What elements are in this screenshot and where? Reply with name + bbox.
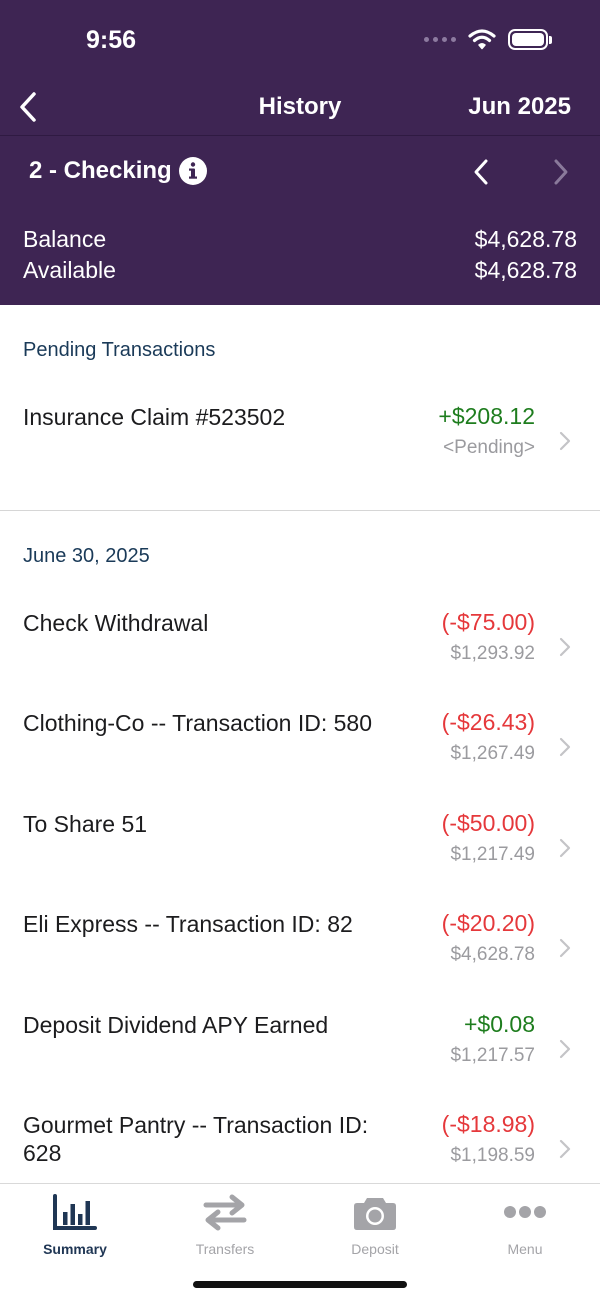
chevron-right-icon [559, 737, 571, 757]
transaction-list: Pending Transactions Insurance Claim #52… [0, 305, 600, 1183]
month-selector[interactable]: Jun 2025 [468, 93, 571, 121]
available-label: Available [23, 257, 116, 283]
transaction-amount: (-$75.00) [441, 608, 535, 635]
more-dots-icon [504, 1206, 546, 1218]
transaction-row[interactable]: Deposit Dividend APY Earned +$0.08 $1,21… [0, 998, 600, 1099]
cellular-signal-icon [424, 36, 456, 42]
transaction-row[interactable]: Insurance Claim #523502 +$208.12 <Pendin… [0, 390, 600, 491]
transaction-row[interactable]: Gourmet Pantry -- Transaction ID: 628 (-… [0, 1098, 600, 1183]
tab-label: Menu [507, 1241, 543, 1257]
info-icon[interactable] [178, 156, 208, 186]
chevron-right-icon [559, 1139, 571, 1159]
chevron-right-icon [559, 431, 571, 451]
transfer-arrows-icon [203, 1194, 247, 1231]
transaction-row[interactable]: Clothing-Co -- Transaction ID: 580 (-$26… [0, 696, 600, 797]
transaction-description: Clothing-Co -- Transaction ID: 580 [23, 710, 372, 736]
balance-row: Balance $4,628.78 [23, 226, 577, 253]
available-row: Available $4,628.78 [23, 257, 577, 284]
transaction-description: Insurance Claim #523502 [23, 404, 286, 430]
running-balance: $1,217.49 [450, 843, 535, 865]
status-time: 9:56 [86, 26, 137, 54]
battery-icon [508, 28, 552, 50]
transaction-description: Deposit Dividend APY Earned [23, 1011, 329, 1038]
transaction-amount: (-$50.00) [441, 809, 535, 836]
running-balance: $1,267.49 [450, 743, 535, 764]
chevron-right-icon [559, 637, 571, 656]
running-balance: $1,217.57 [450, 1044, 535, 1066]
transaction-row[interactable]: To Share 51 (-$50.00) $1,217.49 [0, 797, 600, 898]
transaction-amount: (-$26.43) [441, 709, 535, 735]
transaction-amount: (-$18.98) [441, 1111, 535, 1137]
balance-value: $4,628.78 [474, 226, 577, 252]
tab-transfers[interactable]: Transfers [150, 1192, 300, 1257]
status-icons [424, 28, 552, 50]
tab-summary[interactable]: Summary [0, 1192, 150, 1257]
chevron-right-icon [559, 1039, 571, 1058]
running-balance: $1,293.92 [450, 642, 535, 664]
account-selector-row: 2 - Checking [0, 137, 600, 209]
pending-section-header: Pending Transactions [23, 339, 216, 361]
camera-icon [354, 1198, 396, 1230]
transaction-amount: +$208.12 [438, 403, 535, 429]
tab-label: Deposit [351, 1241, 399, 1257]
transaction-amount: +$0.08 [464, 1010, 535, 1037]
running-balance: $4,628.78 [450, 944, 535, 965]
bar-chart-icon [53, 1194, 97, 1230]
balance-label: Balance [23, 226, 107, 252]
transaction-description: Check Withdrawal [23, 609, 209, 636]
transaction-row[interactable]: Check Withdrawal (-$75.00) $1,293.92 [0, 596, 600, 697]
chevron-right-icon [559, 938, 571, 958]
account-name[interactable]: 2 - Checking [29, 157, 172, 185]
transaction-description: To Share 51 [23, 810, 148, 837]
wifi-icon [468, 29, 496, 50]
tab-deposit[interactable]: Deposit [300, 1192, 450, 1257]
transaction-description: Eli Express -- Transaction ID: 82 [23, 911, 353, 937]
transaction-row[interactable]: Eli Express -- Transaction ID: 82 (-$20.… [0, 897, 600, 998]
nav-bar: History Jun 2025 [0, 80, 600, 136]
previous-account-chevron-icon[interactable] [470, 157, 492, 187]
home-indicator [193, 1281, 407, 1288]
transaction-status: <Pending> [443, 437, 535, 458]
tab-label: Transfers [195, 1241, 255, 1257]
header-area: 9:56 History Jun 2025 2 - Checking Balan… [0, 0, 600, 305]
back-chevron-icon[interactable] [14, 90, 44, 124]
chevron-right-icon [559, 838, 571, 857]
transaction-amount: (-$20.20) [441, 910, 535, 936]
tab-label: Summary [43, 1241, 107, 1257]
available-value: $4,628.78 [474, 257, 577, 283]
next-account-chevron-icon[interactable] [550, 157, 572, 187]
status-bar: 9:56 [0, 22, 600, 62]
transaction-description: Gourmet Pantry -- Transaction ID: 628 [23, 1112, 369, 1166]
date-section-header: June 30, 2025 [23, 544, 150, 567]
running-balance: $1,198.59 [450, 1145, 535, 1166]
tab-menu[interactable]: Menu [450, 1192, 600, 1257]
